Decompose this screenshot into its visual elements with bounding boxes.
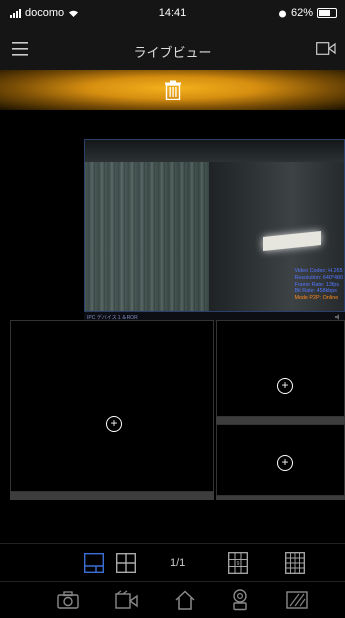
stream-frame-rate: Frame Rate: 13fps — [294, 281, 340, 288]
image-adjust-icon[interactable] — [286, 591, 308, 609]
page-indicator: 1/1 — [170, 557, 186, 569]
nav-bar: ライブビュー — [0, 28, 345, 70]
stream-info: Video Codec: H.265 Resolution: 640*480 F… — [294, 268, 343, 302]
stream-resolution: Resolution: 640*480 — [294, 274, 343, 281]
grid-slot-3-bar — [216, 496, 345, 500]
video-camera-icon[interactable] — [316, 42, 336, 55]
add-camera-icon[interactable]: + — [277, 455, 293, 471]
video-frame-ceiling — [85, 140, 344, 162]
add-camera-icon[interactable]: + — [277, 378, 293, 394]
grid-slot-1[interactable]: + — [10, 320, 214, 492]
grid-slot-2[interactable]: + — [216, 320, 345, 417]
svg-text:9: 9 — [237, 561, 240, 567]
delete-zone[interactable] — [0, 70, 345, 110]
grid-slot-3[interactable]: + — [216, 424, 345, 496]
video-frame-curtain — [85, 140, 210, 311]
alarm-icon — [278, 10, 286, 17]
stream-bit-rate: Bit Rate: 458kbps — [294, 288, 337, 295]
status-bar: docomo 14:41 62% — [0, 0, 345, 28]
layout-1-plus-2-icon[interactable] — [84, 553, 104, 573]
ptz-joystick-icon[interactable] — [231, 589, 249, 611]
battery-icon — [317, 8, 337, 18]
status-right: 62% — [278, 7, 337, 19]
stream-mode: Mode P2P: Online — [294, 295, 339, 302]
grid-slot-2-bar — [216, 417, 345, 424]
record-video-icon[interactable] — [115, 590, 139, 610]
action-toolbar — [0, 581, 345, 618]
trash-icon — [165, 80, 181, 100]
add-camera-icon[interactable]: + — [106, 416, 122, 432]
battery-percent: 62% — [290, 7, 313, 19]
live-video-feed[interactable]: Video Codec: H.265 Resolution: 640*480 F… — [84, 139, 345, 312]
layout-quad-icon[interactable] — [116, 553, 136, 573]
snapshot-camera-icon[interactable] — [57, 591, 79, 609]
home-icon[interactable] — [174, 590, 196, 610]
layout-toolbar: 1/1 9 — [0, 543, 345, 581]
layout-nine-icon[interactable]: 9 — [228, 552, 248, 574]
page-title: ライブビュー — [133, 45, 212, 60]
grid-slot-1-bar — [10, 492, 214, 500]
video-frame-light — [263, 230, 321, 252]
layout-sixteen-icon[interactable] — [285, 552, 305, 574]
stream-codec: Video Codec: H.265 — [294, 268, 343, 274]
